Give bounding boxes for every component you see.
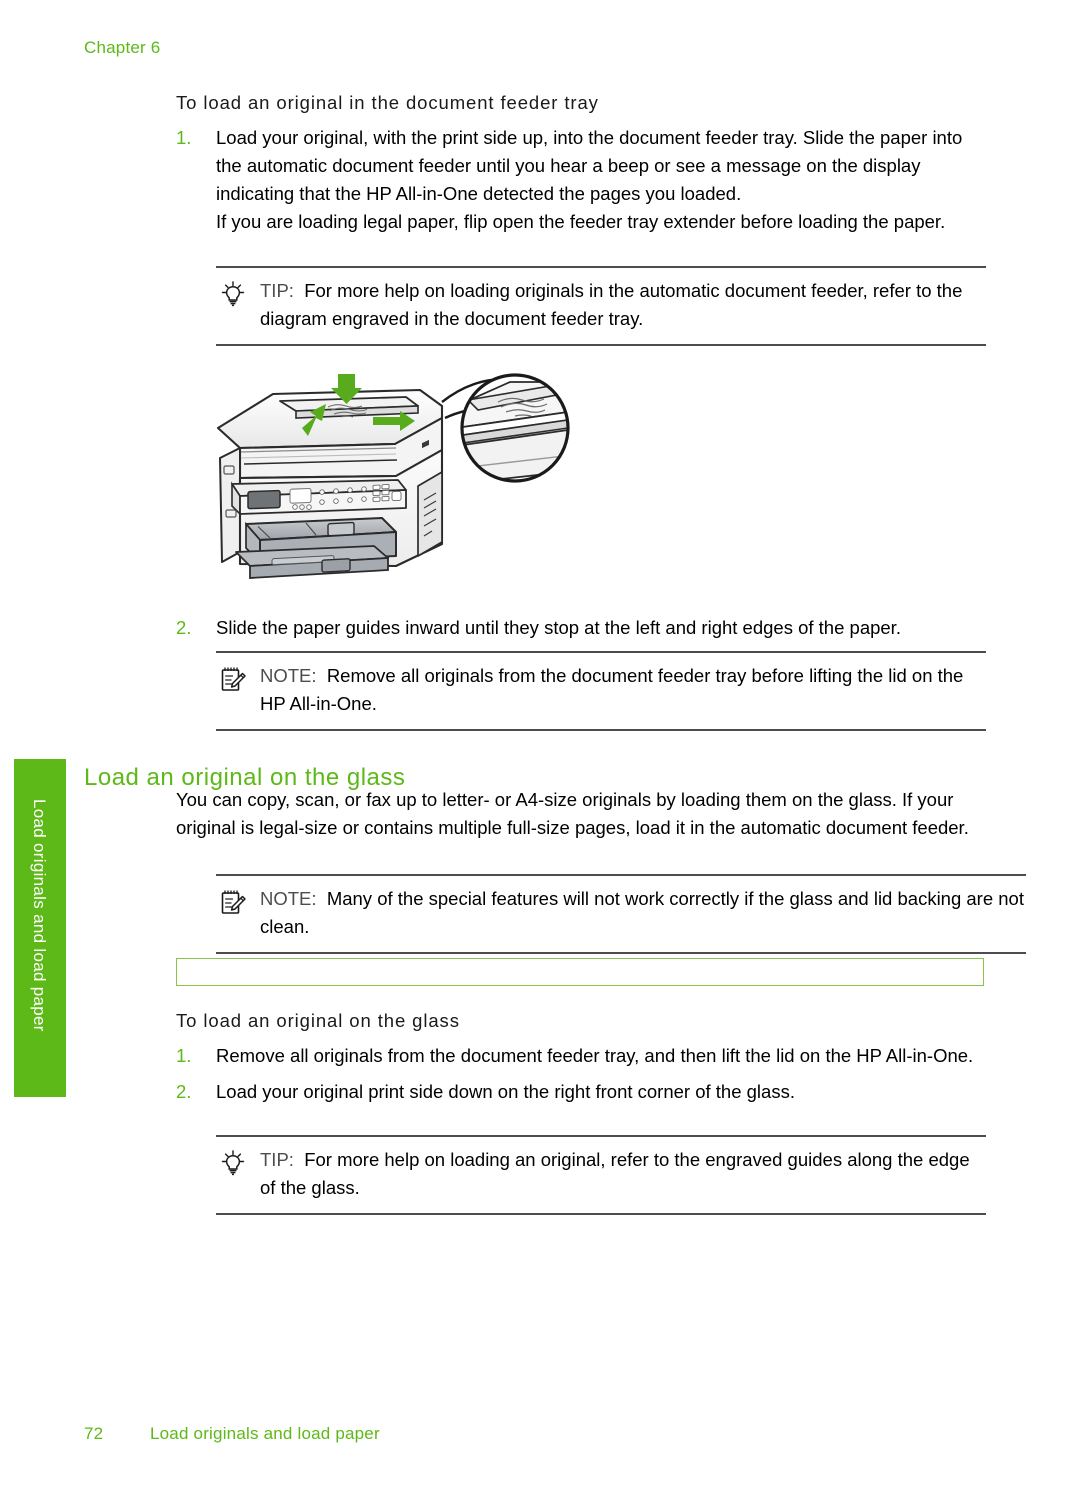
lightbulb-icon [218,1148,248,1178]
list-marker: 1. [176,127,192,148]
tip-text: For more help on loading originals in th… [260,280,963,329]
list-item: 2. Slide the paper guides inward until t… [176,614,986,642]
tip-callout-body: TIP: For more help on loading originals … [216,277,986,333]
note-label: NOTE: [260,888,317,909]
note-callout-feeder: NOTE: Remove all originals from the docu… [216,651,986,731]
tip-label: TIP: [260,1149,294,1170]
steps-list-glass: 1. Remove all originals from the documen… [176,1042,986,1106]
step-text: Load your original, with the print side … [216,127,963,204]
list-item: 1. Load your original, with the print si… [176,124,986,236]
note-label: NOTE: [260,665,317,686]
list-item: 2. Load your original print side down on… [176,1078,986,1106]
tip-callout-glass: TIP: For more help on loading an origina… [216,1135,986,1215]
step-text: Load your original print side down on th… [216,1081,795,1102]
procedure-title-glass: To load an original on the glass [176,1010,460,1031]
section-heading-load-on-glass: Load an original on the glass [84,764,406,792]
list-marker: 1. [176,1045,192,1066]
list-marker: 2. [176,1081,192,1102]
note-callout-glass: NOTE: Many of the special features will … [216,874,1026,954]
step-text: Slide the paper guides inward until they… [216,617,901,638]
tip-callout-body: TIP: For more help on loading an origina… [216,1146,986,1202]
tip-label: TIP: [260,280,294,301]
list-marker: 2. [176,617,192,638]
steps-list-feeder: 1. Load your original, with the print si… [176,124,986,236]
note-text: Remove all originals from the document f… [260,665,964,714]
hp-all-in-one-printer-illustration [210,366,610,586]
footer-title: Load originals and load paper [150,1424,380,1443]
note-text: Many of the special features will not wo… [260,888,1024,937]
side-tab: Load originals and load paper [14,759,66,1097]
notepad-pencil-icon [218,664,248,694]
lightbulb-icon [218,279,248,309]
tip-callout-feeder: TIP: For more help on loading originals … [216,266,986,346]
note-callout-body: NOTE: Many of the special features will … [216,885,1026,941]
page-footer: 72 Load originals and load paper [84,1424,380,1444]
step-text: If you are loading legal paper, flip ope… [216,211,946,232]
section-intro-paragraph: You can copy, scan, or fax up to letter-… [176,789,969,838]
empty-callout-box [176,958,984,986]
procedure-title-feeder: To load an original in the document feed… [176,92,599,113]
chapter-label: Chapter 6 [84,38,161,57]
note-callout-body: NOTE: Remove all originals from the docu… [216,662,986,718]
list-item: 1. Remove all originals from the documen… [176,1042,986,1070]
tip-text: For more help on loading an original, re… [260,1149,970,1198]
steps-list-feeder-cont: 2. Slide the paper guides inward until t… [176,614,986,642]
side-tab-label: Load originals and load paper [30,799,49,1032]
step-text: Remove all originals from the document f… [216,1045,974,1066]
footer-page-number: 72 [84,1424,104,1443]
notepad-pencil-icon [218,887,248,917]
